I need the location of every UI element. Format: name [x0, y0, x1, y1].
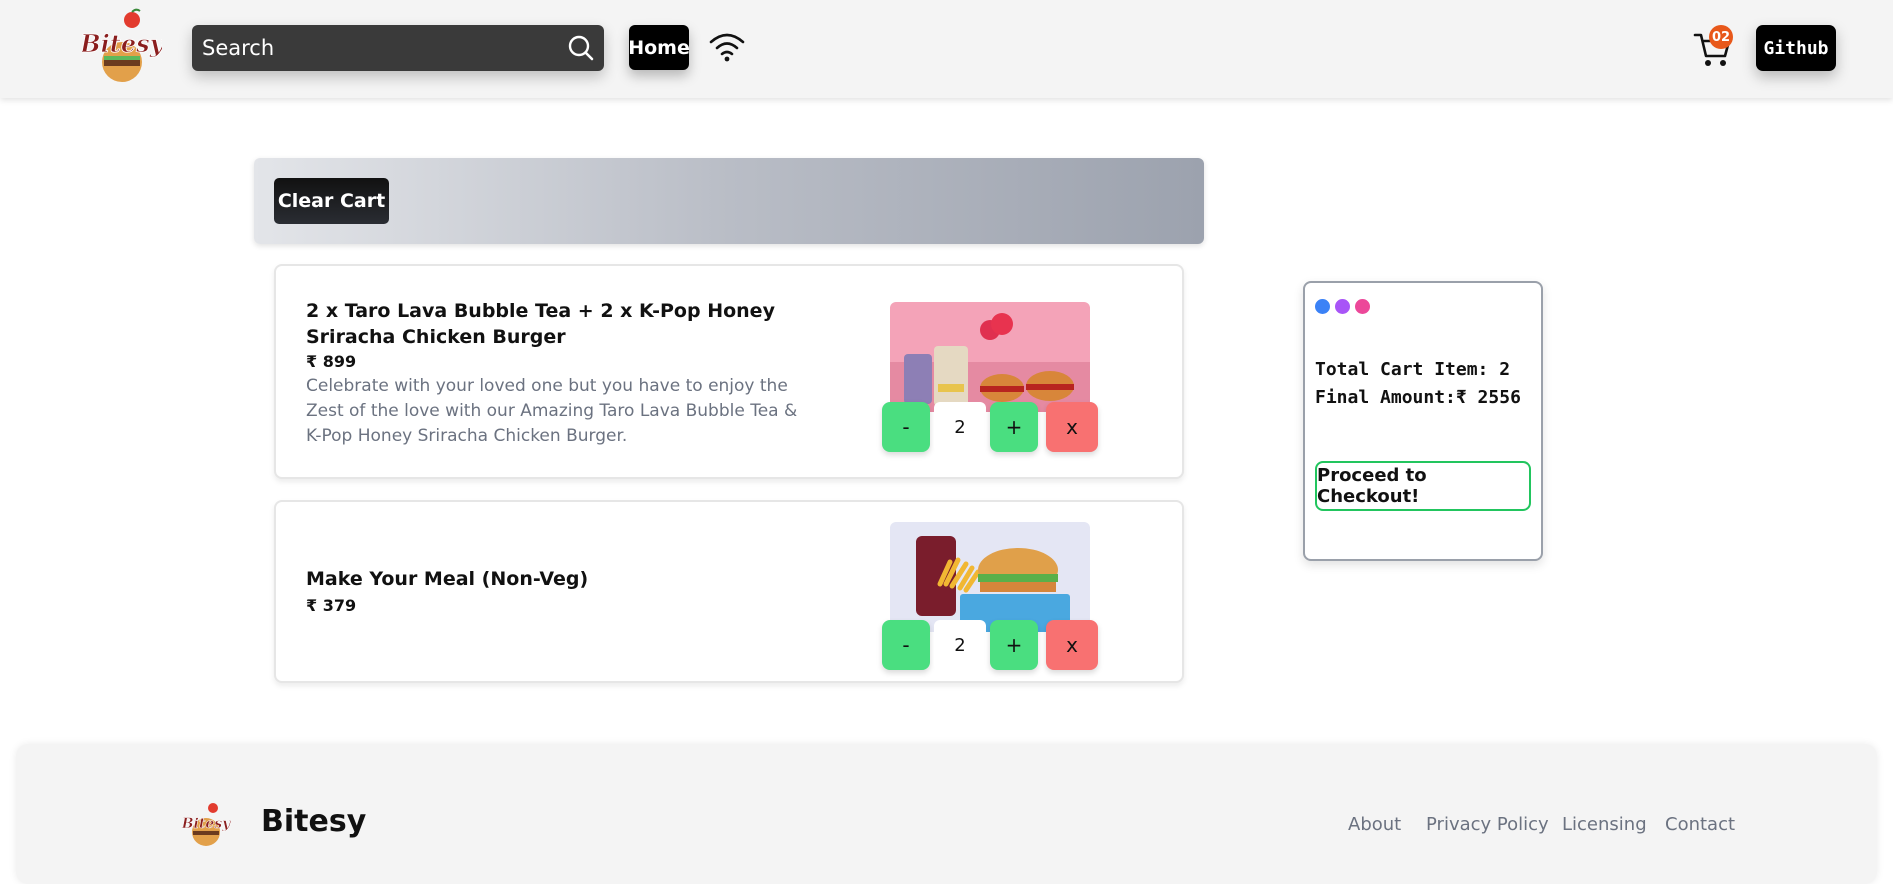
top-navbar: Bitesy Home 02 Github — [0, 0, 1893, 98]
svg-text:Bitesy: Bitesy — [181, 816, 231, 832]
home-button[interactable]: Home — [628, 25, 690, 70]
decrease-quantity-button[interactable]: - — [882, 620, 930, 670]
footer-link-privacy-policy[interactable]: Privacy Policy — [1426, 814, 1549, 835]
footer: Bitesy Bitesy About Privacy Policy Licen… — [16, 744, 1877, 884]
quantity-value: 2 — [934, 620, 986, 670]
footer-link-about[interactable]: About — [1348, 814, 1401, 835]
quantity-stepper: - 2 + x — [882, 402, 1098, 452]
item-price: ₹ 379 — [306, 596, 357, 615]
footer-link-licensing[interactable]: Licensing — [1562, 814, 1647, 835]
cart-count-badge: 02 — [1709, 25, 1733, 49]
search-input[interactable] — [202, 25, 552, 71]
item-image — [890, 522, 1090, 632]
wifi-icon — [709, 33, 745, 62]
footer-brand: Bitesy — [261, 804, 367, 839]
clear-cart-button[interactable]: Clear Cart — [274, 178, 389, 224]
increase-quantity-button[interactable]: + — [990, 402, 1038, 452]
window-dot-pink — [1355, 299, 1370, 314]
item-title: 2 x Taro Lava Bubble Tea + 2 x K-Pop Hon… — [306, 300, 775, 348]
proceed-to-checkout-button[interactable]: Proceed to Checkout! — [1315, 461, 1531, 511]
remove-item-button[interactable]: x — [1046, 402, 1098, 452]
footer-link-contact[interactable]: Contact — [1665, 814, 1735, 835]
item-price: ₹ 899 — [306, 352, 357, 371]
footer-logo[interactable]: Bitesy — [181, 800, 231, 848]
decrease-quantity-button[interactable]: - — [882, 402, 930, 452]
cart-summary-card: Total Cart Item: 2 Final Amount:₹ 2556 P… — [1303, 281, 1543, 561]
item-description: Celebrate with your loved one but you ha… — [306, 376, 798, 446]
item-image — [890, 302, 1090, 412]
cart-item-card: Make Your Meal (Non-Veg) ₹ 379 - 2 + x — [274, 500, 1184, 683]
window-dot-blue — [1315, 299, 1330, 314]
item-title: Make Your Meal (Non-Veg) — [306, 568, 589, 590]
cart-actions-bar: Clear Cart — [254, 158, 1204, 244]
svg-text:Bitesy: Bitesy — [82, 29, 162, 58]
quantity-value: 2 — [934, 402, 986, 452]
remove-item-button[interactable]: x — [1046, 620, 1098, 670]
github-button[interactable]: Github — [1756, 25, 1836, 71]
quantity-stepper: - 2 + x — [882, 620, 1098, 670]
final-amount: Final Amount:₹ 2556 — [1315, 387, 1521, 408]
total-cart-items: Total Cart Item: 2 — [1315, 359, 1511, 380]
increase-quantity-button[interactable]: + — [990, 620, 1038, 670]
search-bar — [192, 25, 604, 71]
search-icon[interactable] — [568, 35, 594, 61]
cart-item-card: 2 x Taro Lava Bubble Tea + 2 x K-Pop Hon… — [274, 264, 1184, 479]
bitesy-logo[interactable]: Bitesy — [82, 8, 162, 84]
window-dot-purple — [1335, 299, 1350, 314]
